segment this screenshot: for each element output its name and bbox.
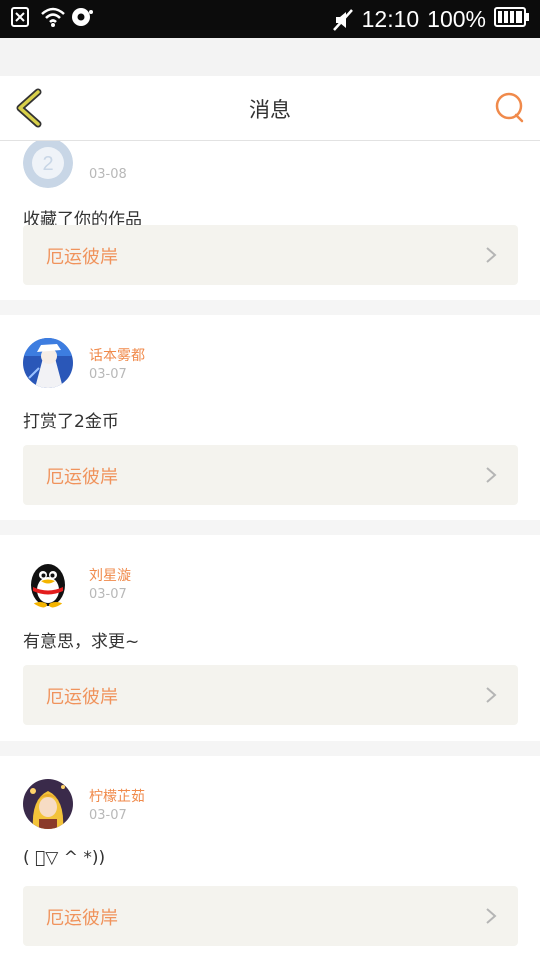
battery-percent: 100% [427, 6, 486, 32]
message-card: 2 03-08 收藏了你的作品 厄运彼岸 [0, 141, 540, 300]
header-bar: 消息 [0, 76, 540, 141]
message-date: 03-07 [89, 587, 127, 602]
status-bar: 12:10 100% [0, 0, 540, 38]
message-list[interactable]: 2 03-08 收藏了你的作品 厄运彼岸 话本雾都 03-07 打赏了2金币 厄… [0, 141, 540, 960]
sim-off-icon [10, 6, 32, 28]
avatar[interactable] [23, 338, 73, 388]
search-button[interactable] [494, 92, 526, 124]
wifi-icon [40, 6, 65, 28]
message-text: ( ﾟ▽ ^ *)) [23, 848, 106, 868]
work-link[interactable]: 厄运彼岸 [23, 445, 518, 505]
search-icon [495, 92, 524, 123]
mute-icon [332, 8, 354, 31]
message-date: 03-08 [89, 167, 127, 182]
avatar[interactable] [23, 558, 73, 608]
message-card: 柠檬芷茹 03-07 ( ﾟ▽ ^ *)) 厄运彼岸 [0, 756, 540, 960]
work-title: 厄运彼岸 [46, 467, 118, 488]
work-link[interactable]: 厄运彼岸 [23, 665, 518, 725]
chevron-right-icon [486, 908, 497, 924]
work-link[interactable]: 厄运彼岸 [23, 225, 518, 285]
battery-icon [494, 7, 530, 31]
svg-text:2: 2 [42, 153, 53, 175]
message-date: 03-07 [89, 367, 127, 382]
chevron-right-icon [486, 247, 497, 263]
avatar[interactable]: 2 [23, 141, 73, 188]
message-date: 03-07 [89, 808, 127, 823]
work-title: 厄运彼岸 [46, 687, 118, 708]
work-title: 厄运彼岸 [46, 247, 118, 268]
sender-name[interactable]: 柠檬芷茹 [89, 786, 145, 806]
avatar[interactable] [23, 779, 73, 829]
data-sync-icon [70, 6, 93, 28]
status-gap [0, 38, 540, 76]
work-title: 厄运彼岸 [46, 908, 118, 929]
message-card: 刘星漩 03-07 有意思，求更~ 厄运彼岸 [0, 535, 540, 741]
work-link[interactable]: 厄运彼岸 [23, 886, 518, 946]
message-card: 话本雾都 03-07 打赏了2金币 厄运彼岸 [0, 315, 540, 520]
chevron-right-icon [486, 687, 497, 703]
sender-name[interactable]: 刘星漩 [89, 565, 131, 585]
message-text: 打赏了2金币 [23, 412, 119, 432]
status-left-icons [10, 6, 93, 28]
status-right-icons: 12:10 100% [332, 5, 530, 33]
chevron-right-icon [486, 467, 497, 483]
sender-name[interactable]: 话本雾都 [89, 345, 145, 365]
status-time: 12:10 [361, 6, 420, 32]
page-title: 消息 [249, 98, 291, 122]
message-text: 有意思，求更~ [23, 632, 140, 652]
